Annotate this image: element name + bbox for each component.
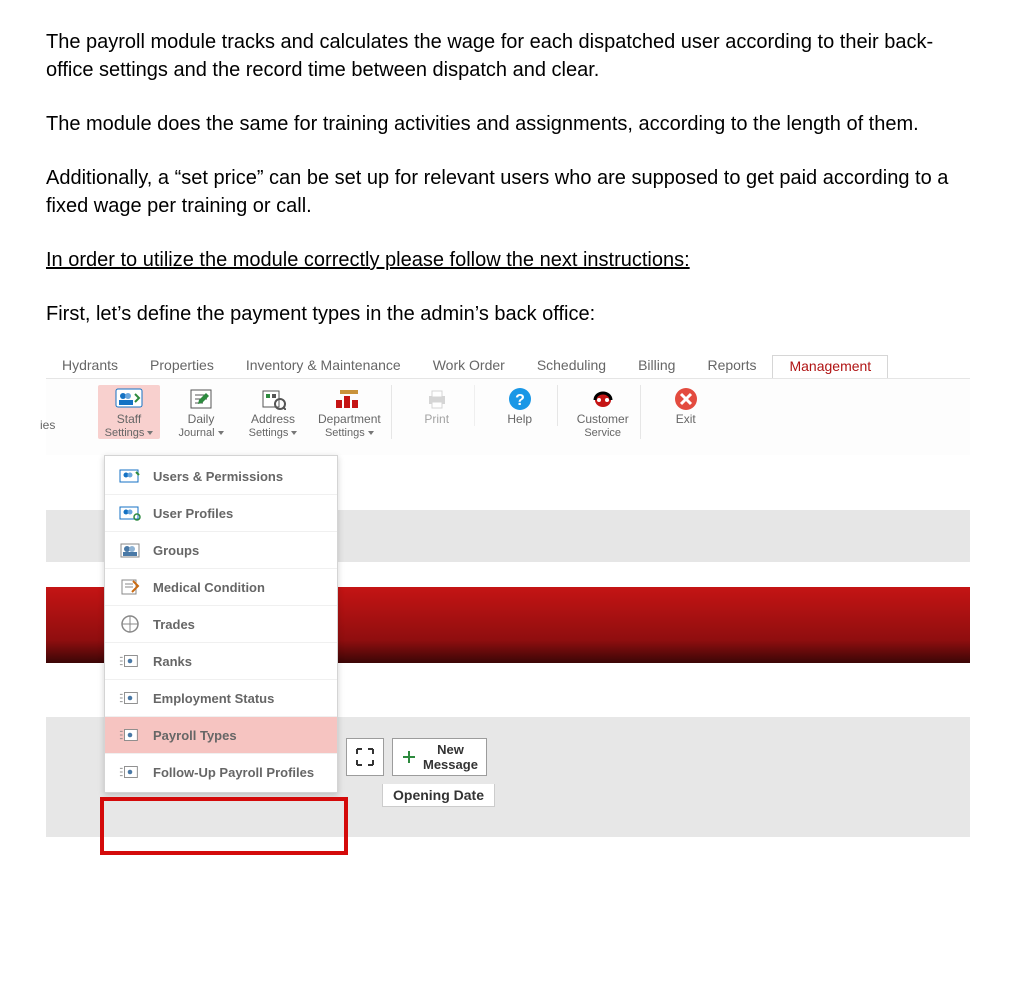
menu-label: Follow-Up Payroll Profiles bbox=[153, 765, 314, 780]
truncated-left-label: ies bbox=[40, 418, 55, 432]
app-screenshot: Hydrants Properties Inventory & Maintena… bbox=[46, 354, 970, 905]
new-label: New bbox=[423, 742, 478, 757]
menu-label: Ranks bbox=[153, 654, 192, 669]
department-settings-button[interactable]: DepartmentSettings bbox=[314, 385, 392, 439]
tab-hydrants[interactable]: Hydrants bbox=[46, 355, 134, 377]
tab-billing[interactable]: Billing bbox=[622, 355, 691, 377]
print-icon bbox=[422, 387, 452, 411]
help-button[interactable]: ? Help bbox=[489, 385, 558, 426]
menu-label: Users & Permissions bbox=[153, 469, 283, 484]
help-icon: ? bbox=[505, 387, 535, 411]
message-label: Message bbox=[423, 757, 478, 772]
expand-button[interactable] bbox=[346, 738, 384, 776]
menu-medical-condition[interactable]: Medical Condition bbox=[105, 569, 337, 606]
menu-label: User Profiles bbox=[153, 506, 233, 521]
menu-payroll-types[interactable]: Payroll Types bbox=[105, 717, 337, 754]
print-button[interactable]: Print bbox=[406, 385, 475, 426]
help-label: Help bbox=[507, 413, 532, 426]
customer-label: Customer bbox=[577, 412, 629, 426]
tab-management[interactable]: Management bbox=[772, 355, 888, 378]
print-label: Print bbox=[424, 413, 449, 426]
menu-groups[interactable]: Groups bbox=[105, 532, 337, 569]
expand-icon bbox=[355, 747, 375, 767]
menu-label: Trades bbox=[153, 617, 195, 632]
department-sub-label: Settings bbox=[325, 427, 365, 439]
address-sub-label: Settings bbox=[249, 427, 289, 439]
doc-paragraph-1: The payroll module tracks and calculates… bbox=[46, 28, 966, 84]
dropdown-arrow-icon bbox=[218, 431, 224, 435]
plus-icon bbox=[401, 749, 417, 765]
users-permissions-icon bbox=[119, 466, 141, 486]
menu-label: Medical Condition bbox=[153, 580, 265, 595]
trades-icon bbox=[119, 614, 141, 634]
followup-icon bbox=[119, 762, 141, 782]
exit-label: Exit bbox=[676, 413, 696, 426]
menu-label: Employment Status bbox=[153, 691, 274, 706]
new-message-button[interactable]: New Message bbox=[392, 738, 487, 776]
customer-service-button[interactable]: CustomerService bbox=[572, 385, 641, 439]
department-icon bbox=[334, 387, 364, 411]
menu-label: Payroll Types bbox=[153, 728, 237, 743]
staff-sub-label: Settings bbox=[105, 427, 145, 439]
main-area: New Message Opening Date Users & Permiss… bbox=[46, 455, 970, 905]
tab-bar: Hydrants Properties Inventory & Maintena… bbox=[46, 354, 970, 378]
department-label: Department bbox=[318, 412, 381, 426]
exit-button[interactable]: Exit bbox=[655, 385, 717, 426]
customer-sub-label: Service bbox=[584, 427, 621, 439]
tab-reports[interactable]: Reports bbox=[691, 355, 772, 377]
opening-date-header: Opening Date bbox=[382, 784, 495, 807]
staff-label: Staff bbox=[117, 412, 141, 426]
exit-icon bbox=[671, 387, 701, 411]
tab-scheduling[interactable]: Scheduling bbox=[521, 355, 622, 377]
doc-paragraph-3: Additionally, a “set price” can be set u… bbox=[46, 164, 966, 220]
dropdown-arrow-icon bbox=[368, 431, 374, 435]
doc-paragraph-2: The module does the same for training ac… bbox=[46, 110, 966, 138]
menu-trades[interactable]: Trades bbox=[105, 606, 337, 643]
daily-journal-button[interactable]: DailyJournal bbox=[170, 385, 232, 439]
ribbon-toolbar: ies StaffSettings bbox=[46, 378, 970, 455]
ranks-icon bbox=[119, 651, 141, 671]
address-icon bbox=[258, 387, 288, 411]
svg-text:?: ? bbox=[515, 392, 525, 409]
menu-user-profiles[interactable]: User Profiles bbox=[105, 495, 337, 532]
medical-icon bbox=[119, 577, 141, 597]
customer-service-icon bbox=[588, 387, 618, 411]
address-label: Address bbox=[251, 412, 295, 426]
menu-followup-payroll-profiles[interactable]: Follow-Up Payroll Profiles bbox=[105, 754, 337, 790]
staff-icon bbox=[114, 387, 144, 411]
doc-first-line: First, let’s define the payment types in… bbox=[46, 300, 966, 328]
menu-employment-status[interactable]: Employment Status bbox=[105, 680, 337, 717]
user-profiles-icon bbox=[119, 503, 141, 523]
tab-properties[interactable]: Properties bbox=[134, 355, 230, 377]
employment-icon bbox=[119, 688, 141, 708]
dropdown-arrow-icon bbox=[291, 431, 297, 435]
staff-settings-dropdown: Users & Permissions User Profiles Groups bbox=[104, 455, 338, 793]
menu-users-permissions[interactable]: Users & Permissions bbox=[105, 458, 337, 495]
groups-icon bbox=[119, 540, 141, 560]
tab-inventory-maintenance[interactable]: Inventory & Maintenance bbox=[230, 355, 417, 377]
daily-sub-label: Journal bbox=[178, 427, 214, 439]
daily-label: Daily bbox=[188, 412, 215, 426]
menu-label: Groups bbox=[153, 543, 199, 558]
menu-ranks[interactable]: Ranks bbox=[105, 643, 337, 680]
address-settings-button[interactable]: AddressSettings bbox=[242, 385, 304, 439]
journal-icon bbox=[186, 387, 216, 411]
dropdown-arrow-icon bbox=[147, 431, 153, 435]
doc-instruction-line: In order to utilize the module correctly… bbox=[46, 246, 966, 274]
staff-settings-button[interactable]: StaffSettings bbox=[98, 385, 160, 439]
tab-work-order[interactable]: Work Order bbox=[417, 355, 521, 377]
payroll-types-icon bbox=[119, 725, 141, 745]
